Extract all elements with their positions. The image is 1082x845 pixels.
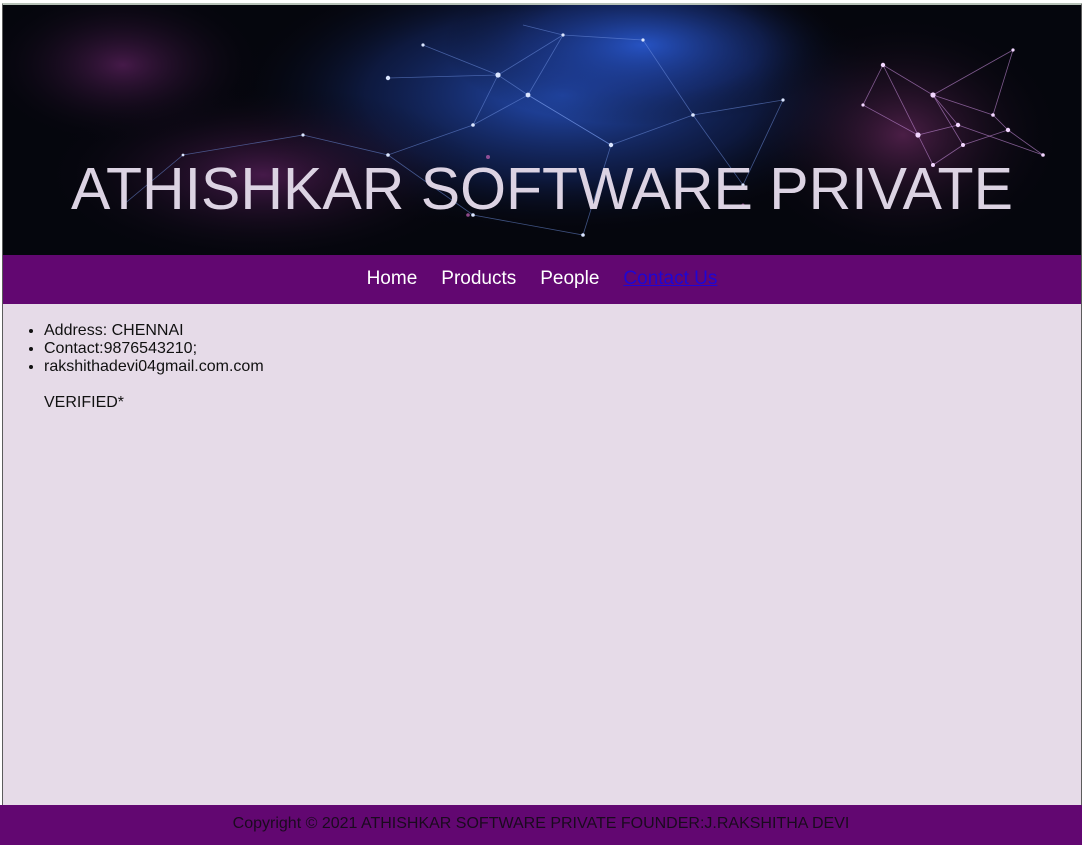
nav-link-contact-us[interactable]: Contact Us — [611, 268, 729, 290]
site-title: ATHISHKAR SOFTWARE PRIVATE — [71, 156, 1013, 222]
contact-list: Address: CHENNAI Contact:9876543210; rak… — [3, 322, 1081, 376]
main-nav: Home Products People Contact Us — [3, 255, 1081, 304]
nav-link-people[interactable]: People — [528, 268, 611, 290]
site-frame: ATHISHKAR SOFTWARE PRIVATE Home Products… — [2, 3, 1082, 806]
verified-label: VERIFIED* — [44, 394, 125, 411]
contact-email: rakshithadevi04gmail.com.com — [44, 358, 1081, 376]
nav-link-home[interactable]: Home — [355, 268, 430, 290]
footer: Copyright © 2021 ATHISHKAR SOFTWARE PRIV… — [0, 805, 1082, 845]
banner: ATHISHKAR SOFTWARE PRIVATE — [3, 5, 1081, 255]
nav-link-products[interactable]: Products — [429, 268, 528, 290]
contact-phone: Contact:9876543210; — [44, 340, 1081, 358]
contact-content: Address: CHENNAI Contact:9876543210; rak… — [3, 304, 1081, 412]
contact-address: Address: CHENNAI — [44, 322, 1081, 340]
copyright-text: Copyright © 2021 ATHISHKAR SOFTWARE PRIV… — [232, 815, 850, 832]
page: ATHISHKAR SOFTWARE PRIVATE Home Products… — [0, 0, 1082, 845]
